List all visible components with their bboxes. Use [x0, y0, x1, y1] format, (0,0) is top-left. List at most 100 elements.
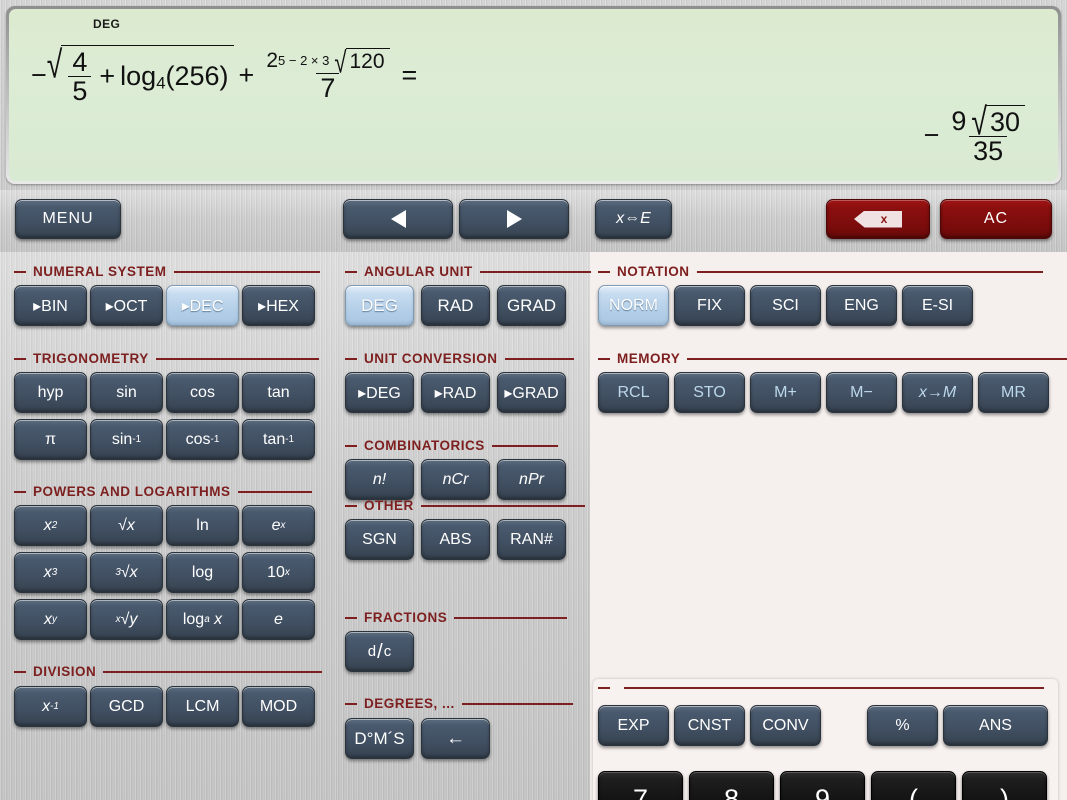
key-x-to-memory[interactable]: x→M	[902, 372, 973, 413]
cursor-left-button[interactable]	[343, 199, 453, 239]
label-dash	[345, 444, 357, 447]
group-label-keypad-extra	[598, 687, 1044, 689]
key-atan[interactable]: tan -1	[242, 419, 315, 460]
key-8[interactable]: 8	[689, 771, 774, 800]
expr-equals: =	[401, 59, 418, 90]
key-bin[interactable]: ▸BIN	[14, 285, 87, 326]
key-abs[interactable]: ABS	[421, 519, 490, 560]
key-asin[interactable]: sin -1	[90, 419, 163, 460]
key-log-base-a[interactable]: log a x	[166, 599, 239, 640]
group-title: DIVISION	[33, 664, 97, 679]
backspace-button[interactable]: x	[826, 199, 930, 239]
key-euler-e[interactable]: e	[242, 599, 315, 640]
key-ln[interactable]: ln	[166, 505, 239, 546]
group-title: POWERS AND LOGARITHMS	[33, 484, 231, 499]
key-log[interactable]: log	[166, 552, 239, 593]
menu-button[interactable]: MENU	[15, 199, 121, 239]
label-dash	[345, 357, 357, 360]
label-rule	[454, 616, 568, 619]
key-paren-open[interactable]: (	[871, 771, 956, 800]
key-pi[interactable]: π	[14, 419, 87, 460]
group-label-division: DIVISION	[14, 664, 323, 679]
x-to-e-toggle-button[interactable]: x⇔E	[595, 199, 672, 239]
key-9[interactable]: 9	[780, 771, 865, 800]
key-sqrt[interactable]: √x	[90, 505, 163, 546]
key-cnst[interactable]: CNST	[674, 705, 745, 746]
key-norm[interactable]: NORM	[598, 285, 669, 326]
key-rcl[interactable]: RCL	[598, 372, 669, 413]
key-random[interactable]: RAN#	[497, 519, 566, 560]
key-deg[interactable]: DEG	[345, 285, 414, 326]
key-grad[interactable]: GRAD	[497, 285, 566, 326]
key-paren-close[interactable]: )	[962, 771, 1047, 800]
key-exp[interactable]: EXP	[598, 705, 669, 746]
key-acos[interactable]: cos -1	[166, 419, 239, 460]
key-fraction-dc[interactable]: d / c	[345, 631, 414, 672]
key-sci[interactable]: SCI	[750, 285, 821, 326]
key-sgn[interactable]: SGN	[345, 519, 414, 560]
label-dash	[14, 670, 26, 673]
expr-num-sqrt-arg: 120	[345, 48, 390, 73]
key-m-plus[interactable]: M+	[750, 372, 821, 413]
label-rule	[696, 270, 1043, 273]
key-reciprocal[interactable]: x -1	[14, 686, 87, 727]
key-eng[interactable]: ENG	[826, 285, 897, 326]
key-rad[interactable]: RAD	[421, 285, 490, 326]
key-to-deg[interactable]: ▸DEG	[345, 372, 414, 413]
key-e-si[interactable]: E-SI	[902, 285, 973, 326]
d-over-c-glyph: d / c	[367, 641, 392, 663]
key-mod[interactable]: MOD	[242, 686, 315, 727]
key-y-root-x[interactable]: x √y	[90, 599, 163, 640]
key-to-rad[interactable]: ▸RAD	[421, 372, 490, 413]
group-label-notation: NOTATION	[598, 264, 1043, 279]
key-x-cubed[interactable]: x3	[14, 552, 87, 593]
key-cube-root[interactable]: 3 √x	[90, 552, 163, 593]
label-dash	[598, 357, 610, 360]
key-ncr[interactable]: nCr	[421, 459, 490, 500]
key-lcm[interactable]: LCM	[166, 686, 239, 727]
key-npr[interactable]: nPr	[497, 459, 566, 500]
key-7[interactable]: 7	[598, 771, 683, 800]
key-ten-to-x[interactable]: 10 x	[242, 552, 315, 593]
key-dms[interactable]: D°M´S	[345, 718, 414, 759]
expr-leading-minus: −	[31, 59, 47, 90]
key-tan[interactable]: tan	[242, 372, 315, 413]
key-to-grad[interactable]: ▸GRAD	[497, 372, 566, 413]
key-sin[interactable]: sin	[90, 372, 163, 413]
group-title: FRACTIONS	[364, 610, 448, 625]
key-oct[interactable]: ▸OCT	[90, 285, 163, 326]
numeric-keypad-panel: EXP CNST CONV % ANS 7 8 9 ( ) 4 5 6 × ÷ …	[593, 679, 1058, 800]
key-hex[interactable]: ▸HEX	[242, 285, 315, 326]
key-arrow-left[interactable]: ←	[421, 718, 490, 759]
key-percent[interactable]: %	[867, 705, 938, 746]
key-gcd[interactable]: GCD	[90, 686, 163, 727]
label-rule	[479, 270, 591, 273]
expression-line: − √ 4 5 + log4(256) + 25 − 2 × 3 √ 120 7…	[31, 44, 422, 106]
group-label-numeral-system: NUMERAL SYSTEM	[14, 264, 320, 279]
key-ans[interactable]: ANS	[943, 705, 1048, 746]
label-dash	[345, 270, 357, 273]
key-cos[interactable]: cos	[166, 372, 239, 413]
group-title: TRIGONOMETRY	[33, 351, 149, 366]
cursor-right-button[interactable]	[459, 199, 569, 239]
key-conv[interactable]: CONV	[750, 705, 821, 746]
key-m-minus[interactable]: M−	[826, 372, 897, 413]
key-x-to-y[interactable]: xy	[14, 599, 87, 640]
key-e-to-x[interactable]: ex	[242, 505, 315, 546]
key-dec[interactable]: ▸DEC	[166, 285, 239, 326]
expr-sqrt-group: √ 4 5 + log4(256)	[47, 44, 234, 106]
key-mr[interactable]: MR	[978, 372, 1049, 413]
label-rule	[461, 702, 573, 705]
label-dash	[14, 357, 26, 360]
key-fix[interactable]: FIX	[674, 285, 745, 326]
expr-log: log4(256)	[120, 61, 228, 94]
all-clear-button[interactable]: AC	[940, 199, 1052, 239]
expr-big-fraction: 25 − 2 × 3 √ 120 7	[262, 47, 393, 103]
key-factorial[interactable]: n!	[345, 459, 414, 500]
key-hyp[interactable]: hyp	[14, 372, 87, 413]
expr-big-fraction-numerator: 25 − 2 × 3 √ 120	[262, 47, 393, 78]
expr-radicand: 4 5 + log4(256)	[61, 45, 234, 106]
key-sto[interactable]: STO	[674, 372, 745, 413]
calculator-display[interactable]: DEG − √ 4 5 + log4(256) + 25 − 2 × 3 √ 1…	[9, 9, 1058, 181]
key-x-squared[interactable]: x2	[14, 505, 87, 546]
